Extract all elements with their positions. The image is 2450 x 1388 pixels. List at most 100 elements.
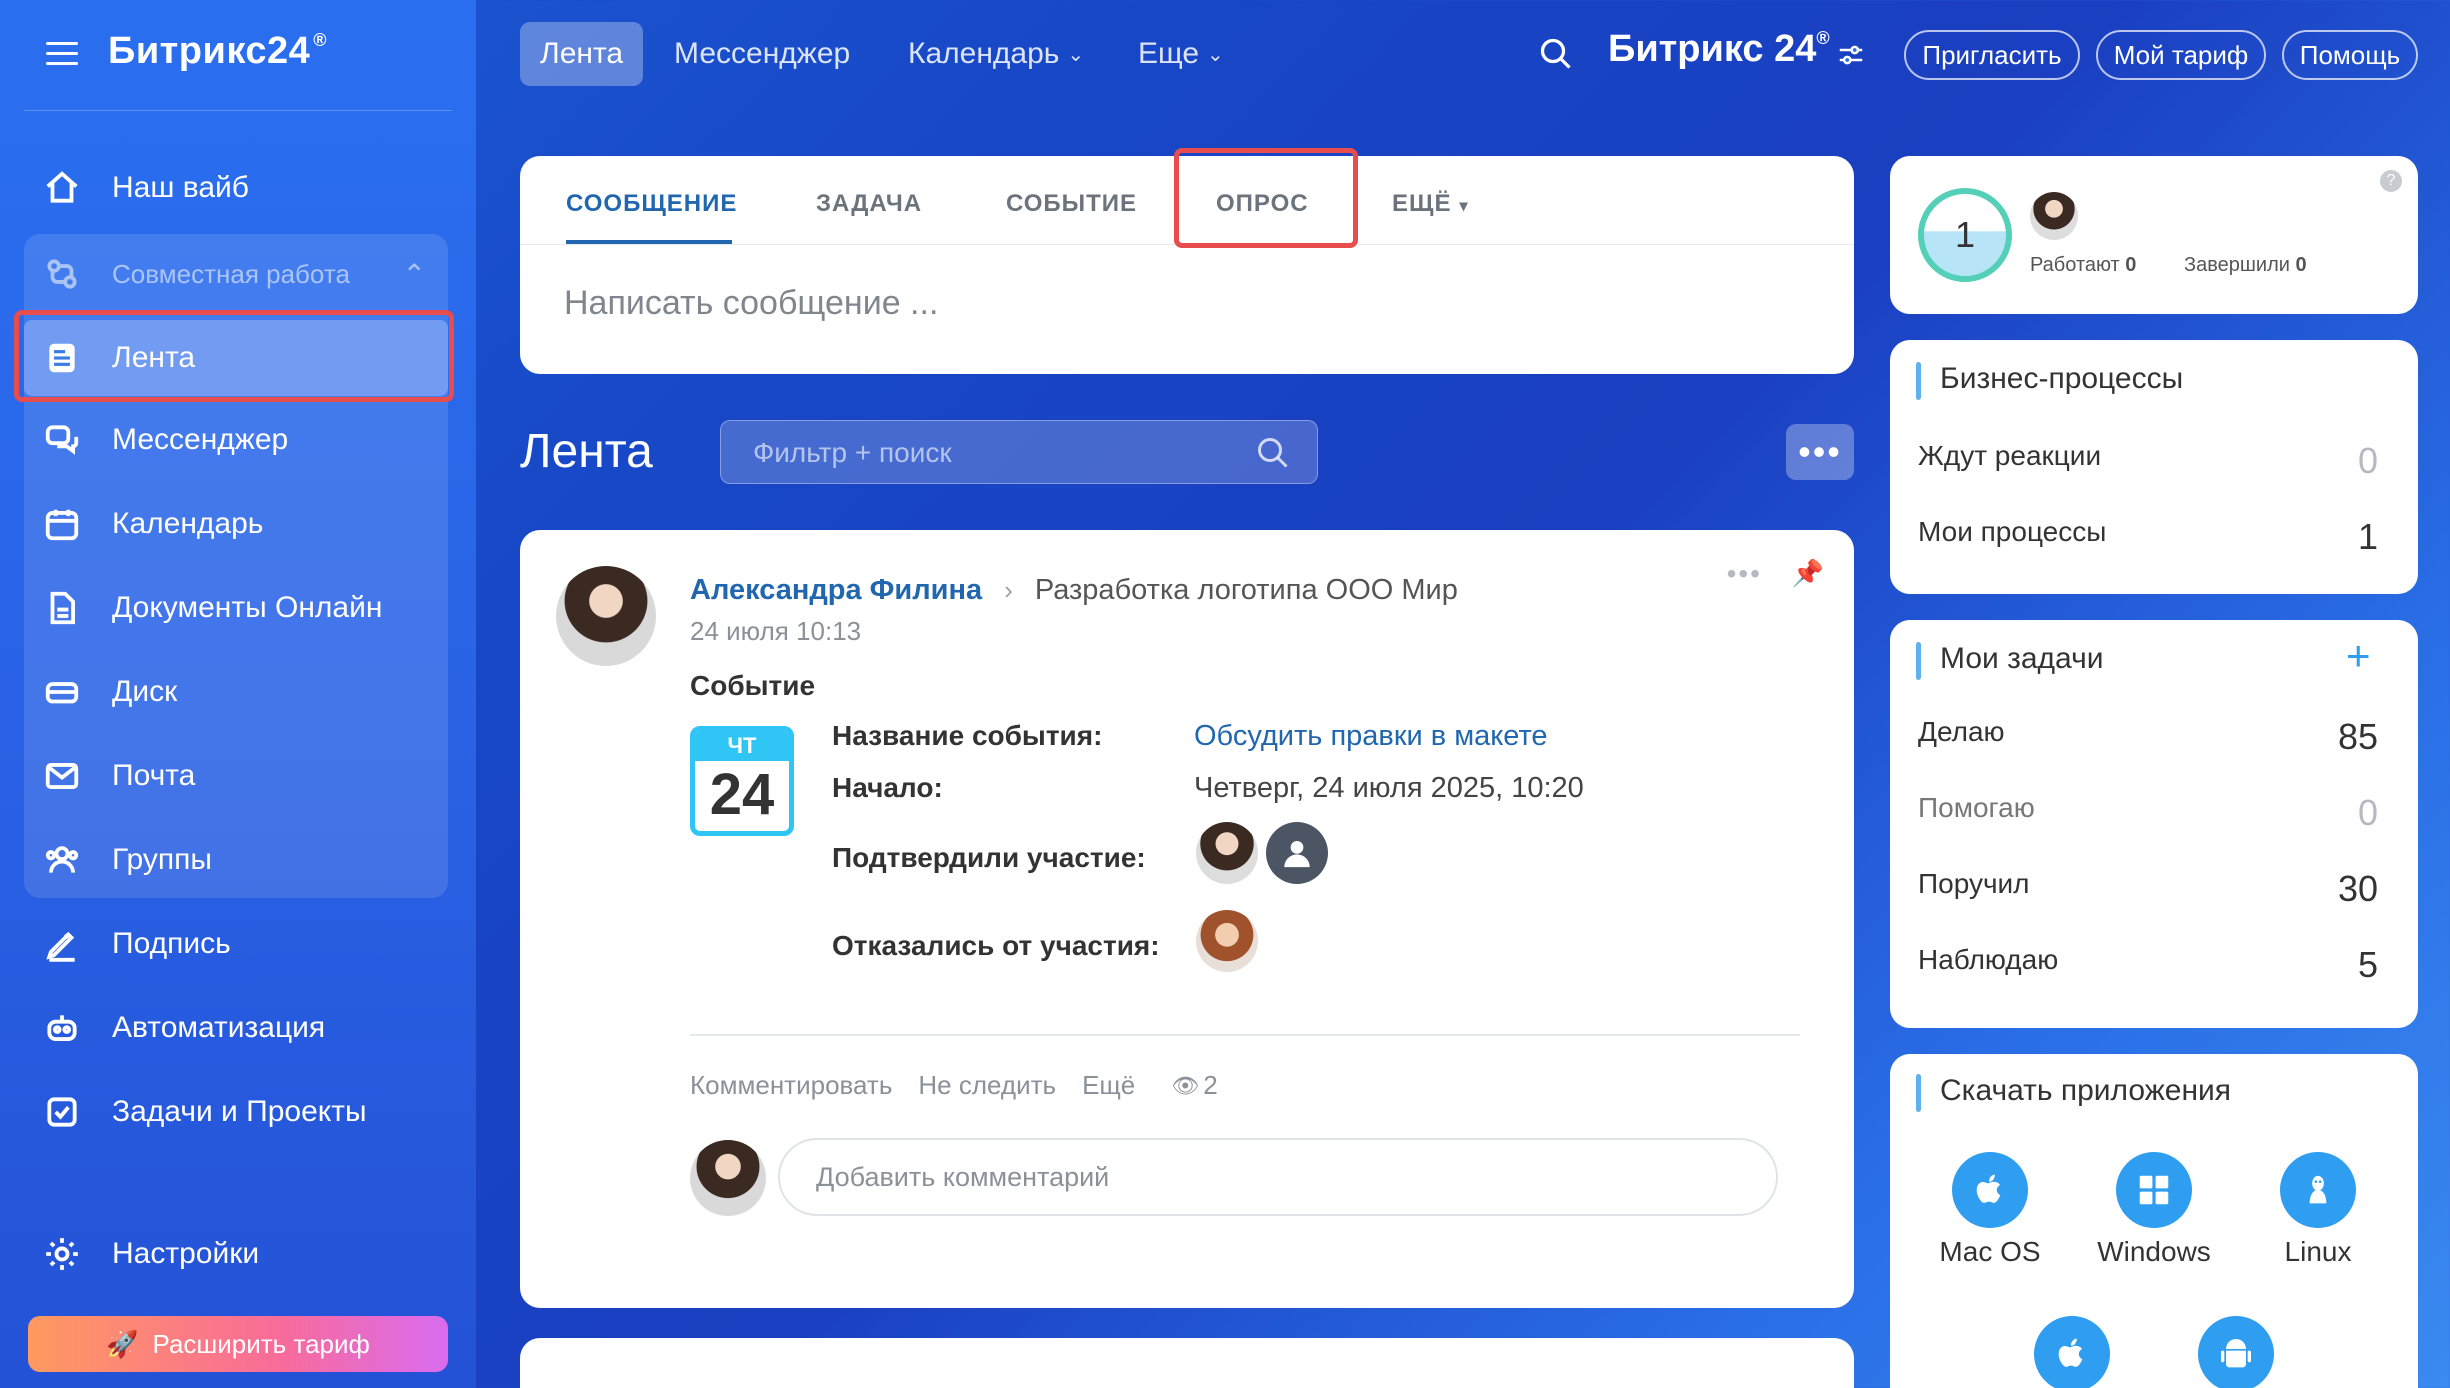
widget-accent <box>1916 1074 1921 1112</box>
task-row[interactable]: Делаю 85 <box>1918 716 2378 758</box>
bp-row[interactable]: Ждут реакции 0 <box>1918 440 2378 482</box>
author-avatar[interactable] <box>556 566 656 666</box>
linux-icon[interactable] <box>2280 1152 2356 1228</box>
divider <box>24 110 452 111</box>
app-label[interactable]: Linux <box>2238 1236 2398 1268</box>
gear-icon <box>42 1234 82 1274</box>
author-name[interactable]: Александра Филина <box>690 574 982 607</box>
task-row[interactable]: Помогаю 0 <box>1918 792 2378 834</box>
sidebar-item-label: Настройки <box>112 1237 260 1270</box>
windows-icon[interactable] <box>2116 1152 2192 1228</box>
tab-more[interactable]: Еще ⌄ <box>1118 22 1244 86</box>
apple-icon[interactable] <box>1952 1152 2028 1228</box>
ios-icon[interactable] <box>2034 1316 2110 1388</box>
caret-down-icon: ▾ <box>1459 198 1469 215</box>
tab-label: ЕЩЁ <box>1392 190 1452 217</box>
task-row-label: Помогаю <box>1918 792 2035 823</box>
comment-input[interactable]: Добавить комментарий <box>778 1138 1778 1216</box>
sidebar-item-tasks[interactable]: Задачи и Проекты <box>24 1074 448 1150</box>
sidebar-item-label: Задачи и Проекты <box>112 1095 367 1128</box>
tab-event[interactable]: СОБЫТИЕ <box>1006 190 1137 218</box>
search-icon[interactable] <box>1255 435 1291 471</box>
bp-row-value: 0 <box>2357 440 2378 481</box>
help-icon[interactable]: ? <box>2380 170 2402 192</box>
worktime-counter[interactable]: 1 <box>1918 188 2012 282</box>
declined-avatar[interactable] <box>1196 910 1258 972</box>
sidebar-item-disk[interactable]: Диск <box>24 654 448 730</box>
task-row-value: 30 <box>2337 868 2378 909</box>
app-label[interactable]: Mac OS <box>1910 1236 2070 1268</box>
settings-sliders-icon[interactable] <box>1836 40 1868 70</box>
tab-calendar[interactable]: Календарь ⌄ <box>888 22 1104 86</box>
sidebar-item-automation[interactable]: Автоматизация <box>24 990 448 1066</box>
more-options-button[interactable]: ••• <box>1786 424 1854 480</box>
tab-feed[interactable]: Лента <box>520 22 644 86</box>
apps-title: Скачать приложения <box>1940 1074 2232 1107</box>
done-count: 0 <box>2295 254 2307 276</box>
add-task-icon[interactable]: + <box>2346 632 2371 680</box>
participant-avatar[interactable] <box>1196 822 1258 884</box>
brand-title: Битрикс 24® <box>1608 28 1830 71</box>
highlight-poll <box>1174 148 1358 248</box>
logo[interactable]: Битрикс24 ® <box>108 30 327 73</box>
sidebar-item-label: Мессенджер <box>112 423 289 456</box>
comment-action[interactable]: Комментировать <box>690 1070 892 1101</box>
sidebar-group-collab[interactable]: Совместная работа ⌃ <box>24 236 448 312</box>
upgrade-button[interactable]: 🚀 Расширить тариф <box>28 1316 448 1372</box>
participant-avatar-placeholder[interactable] <box>1266 822 1328 884</box>
sidebar-item-documents[interactable]: Документы Онлайн <box>24 570 448 646</box>
sidebar-item-groups[interactable]: Группы <box>24 822 448 898</box>
post-actions: Комментировать Не следить Ещё 👁 2 <box>690 1070 1218 1101</box>
help-button[interactable]: Помощь <box>2282 30 2418 80</box>
chevron-up-icon[interactable]: ⌃ <box>403 258 426 291</box>
worker-avatar[interactable] <box>2030 192 2078 240</box>
post-card: Александра Филина › Разработка логотипа … <box>520 530 1854 1308</box>
logo-mark: ® <box>313 30 328 50</box>
post-destination[interactable]: Разработка логотипа ООО Мир <box>1035 574 1458 607</box>
filter-search-input[interactable]: Фильтр + поиск <box>720 420 1318 484</box>
tab-messenger[interactable]: Мессенджер <box>654 22 870 86</box>
sidebar-item-label: Документы Онлайн <box>112 591 383 624</box>
sidebar-item-mail[interactable]: Почта <box>24 738 448 814</box>
groups-icon <box>42 840 82 880</box>
sign-icon <box>42 924 82 964</box>
bp-row[interactable]: Мои процессы 1 <box>1918 516 2378 558</box>
task-row-value: 0 <box>2357 792 2378 833</box>
more-action[interactable]: Ещё <box>1082 1070 1135 1101</box>
bp-title[interactable]: Бизнес-процессы <box>1940 362 2183 396</box>
android-icon[interactable] <box>2198 1316 2274 1388</box>
task-row[interactable]: Наблюдаю 5 <box>1918 944 2378 986</box>
app-label[interactable]: Windows <box>2074 1236 2234 1268</box>
task-row[interactable]: Поручил 30 <box>1918 868 2378 910</box>
task-row-value: 5 <box>2357 944 2378 985</box>
help-label: Помощь <box>2299 39 2401 70</box>
post-menu-icon[interactable]: ••• <box>1727 558 1762 590</box>
tasks-title[interactable]: Мои задачи <box>1940 642 2103 676</box>
views-counter[interactable]: 👁 2 <box>1171 1070 1217 1101</box>
menu-icon[interactable] <box>46 42 78 66</box>
sidebar-item-vibe[interactable]: Наш вайб <box>24 150 448 226</box>
calendar-day-name: ЧТ <box>695 731 789 761</box>
unfollow-action[interactable]: Не следить <box>918 1070 1056 1101</box>
event-name-link[interactable]: Обсудить правки в макете <box>1194 720 1548 753</box>
message-input[interactable]: Написать сообщение ... <box>564 284 938 323</box>
robot-icon <box>42 1008 82 1048</box>
eye-icon: 👁 <box>1171 1072 1200 1098</box>
tab-message[interactable]: СООБЩЕНИЕ <box>566 190 737 218</box>
invite-button[interactable]: Пригласить <box>1904 30 2080 80</box>
sidebar-item-label: Диск <box>112 675 178 708</box>
post-date[interactable]: 24 июля 10:13 <box>690 616 861 647</box>
sidebar-item-calendar[interactable]: Календарь <box>24 486 448 562</box>
tab-more-composer[interactable]: ЕЩЁ ▾ <box>1392 190 1469 218</box>
tab-task[interactable]: ЗАДАЧА <box>816 190 922 218</box>
calendar-icon <box>42 504 82 544</box>
sidebar-item-settings[interactable]: Настройки <box>24 1216 448 1292</box>
sidebar-item-sign[interactable]: Подпись <box>24 906 448 982</box>
search-icon[interactable] <box>1538 36 1574 72</box>
tab-label: Еще <box>1138 37 1200 70</box>
event-name-label: Название события: <box>832 720 1103 751</box>
pin-icon[interactable]: 📌 <box>1792 558 1824 589</box>
sidebar-item-messenger[interactable]: Мессенджер <box>24 402 448 478</box>
worktime-widget: 1 Работают 0 Завершили 0 ? <box>1890 156 2418 314</box>
tariff-button[interactable]: Мой тариф <box>2096 30 2266 80</box>
